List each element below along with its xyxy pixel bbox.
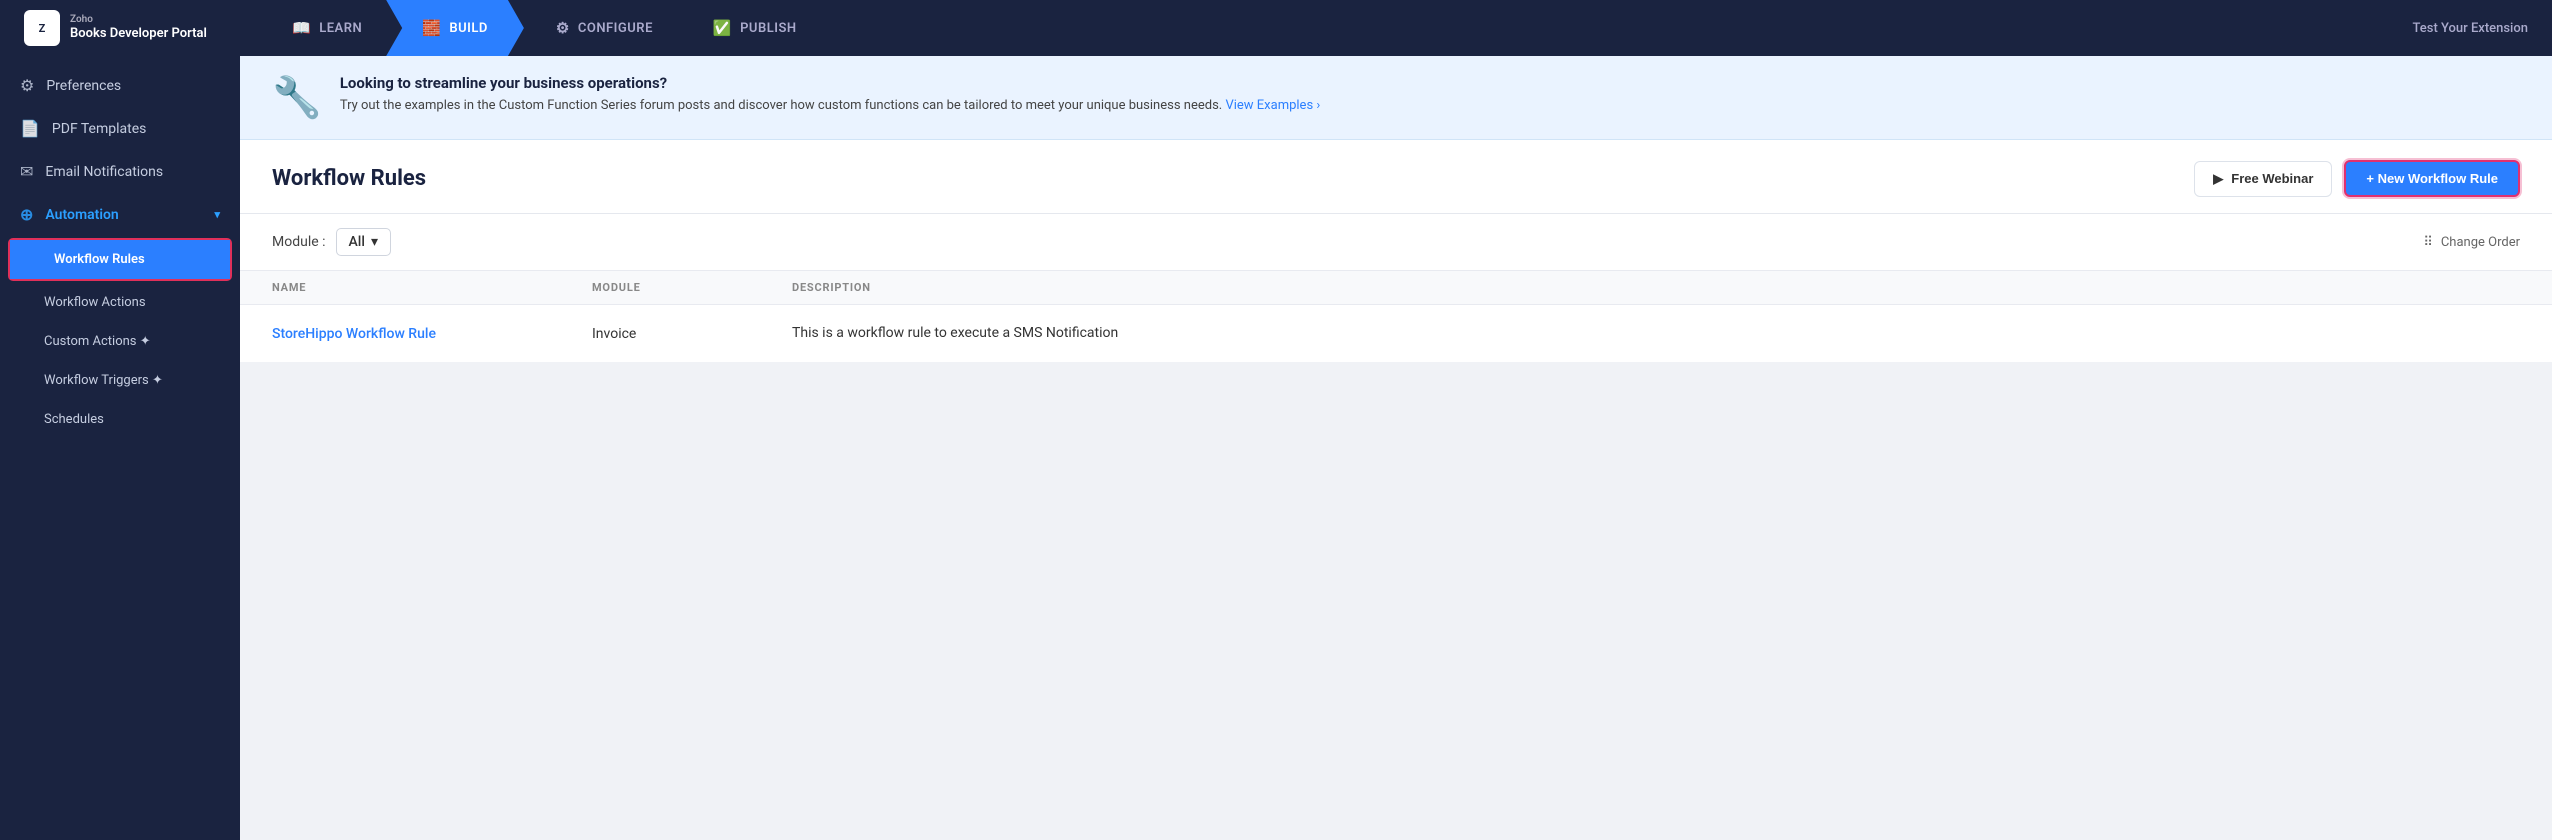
sidebar-item-pdf-templates[interactable]: 📄 PDF Templates — [0, 107, 240, 150]
workflow-rule-name[interactable]: StoreHippo Workflow Rule — [272, 326, 592, 342]
sidebar-label-pdf: PDF Templates — [52, 121, 146, 137]
col-header-name: NAME — [272, 281, 592, 294]
test-extension-link[interactable]: Test Your Extension — [2412, 21, 2528, 36]
change-order-button[interactable]: ⠿ Change Order — [2423, 235, 2520, 250]
preferences-icon: ⚙ — [20, 76, 34, 95]
table-header: NAME MODULE DESCRIPTION — [240, 271, 2552, 305]
workflow-rule-module: Invoice — [592, 326, 792, 342]
sidebar-label-workflow-triggers: Workflow Triggers ✦ — [44, 373, 163, 388]
tab-learn-label: LEARN — [319, 21, 362, 36]
sidebar-item-workflow-triggers[interactable]: Workflow Triggers ✦ — [0, 361, 240, 400]
email-icon: ✉ — [20, 162, 33, 181]
chevron-down-icon: ▾ — [214, 208, 220, 221]
sidebar-item-schedules[interactable]: Schedules — [0, 400, 240, 439]
sidebar-label-preferences: Preferences — [46, 78, 121, 94]
grid-icon: ⠿ — [2423, 235, 2433, 250]
sidebar-item-email-notifications[interactable]: ✉ Email Notifications — [0, 150, 240, 193]
page-actions: ▶ Free Webinar + New Workflow Rule — [2194, 160, 2520, 197]
tab-learn[interactable]: 📖 LEARN — [264, 0, 390, 56]
main-content: 🔧 Looking to streamline your business op… — [240, 56, 2552, 840]
sidebar-label-schedules: Schedules — [44, 412, 104, 427]
tab-configure[interactable]: ⚙ CONFIGURE — [528, 0, 681, 56]
chevron-down-icon: ▾ — [371, 234, 378, 250]
sidebar-label-email: Email Notifications — [45, 164, 163, 180]
col-header-module: MODULE — [592, 281, 792, 294]
nav-tabs: 📖 LEARN 🧱 BUILD ⚙ CONFIGURE ✅ PUBLISH — [264, 0, 2412, 56]
tab-build[interactable]: 🧱 BUILD — [386, 0, 524, 56]
sidebar-label-workflow-actions: Workflow Actions — [44, 295, 146, 310]
info-banner: 🔧 Looking to streamline your business op… — [240, 56, 2552, 140]
learn-icon: 📖 — [292, 19, 311, 37]
banner-title: Looking to streamline your business oper… — [340, 74, 1320, 92]
publish-icon: ✅ — [713, 19, 732, 37]
page-title: Workflow Rules — [272, 166, 426, 191]
sidebar-label-workflow-rules: Workflow Rules — [54, 252, 145, 267]
sidebar-item-preferences[interactable]: ⚙ Preferences — [0, 64, 240, 107]
sidebar-item-custom-actions[interactable]: Custom Actions ✦ — [0, 322, 240, 361]
automation-icon: ⊕ — [20, 205, 33, 224]
gear-wrench-icon: 🔧 — [272, 74, 322, 121]
play-icon: ▶ — [2213, 171, 2223, 187]
logo-app: Books Developer Portal — [70, 26, 207, 42]
sidebar-label-custom-actions: Custom Actions ✦ — [44, 334, 151, 349]
sidebar-item-workflow-actions[interactable]: Workflow Actions — [0, 283, 240, 322]
top-nav: Z Zoho Books Developer Portal 📖 LEARN 🧱 … — [0, 0, 2552, 56]
tab-publish[interactable]: ✅ PUBLISH — [685, 0, 825, 56]
module-dropdown[interactable]: All ▾ — [336, 228, 391, 256]
logo-area: Z Zoho Books Developer Portal — [24, 10, 264, 46]
page-header: Workflow Rules ▶ Free Webinar + New Work… — [240, 140, 2552, 214]
tab-publish-label: PUBLISH — [740, 21, 797, 36]
configure-icon: ⚙ — [556, 19, 570, 37]
banner-description: Try out the examples in the Custom Funct… — [340, 96, 1320, 116]
module-value: All — [349, 234, 365, 250]
table-row: StoreHippo Workflow Rule Invoice This is… — [240, 305, 2552, 363]
tab-build-label: BUILD — [449, 21, 488, 36]
pdf-icon: 📄 — [20, 119, 40, 138]
module-label: Module : — [272, 234, 326, 250]
workflow-rule-description: This is a workflow rule to execute a SMS… — [792, 323, 2520, 344]
sidebar: ⚙ Preferences 📄 PDF Templates ✉ Email No… — [0, 56, 240, 840]
table-toolbar: Module : All ▾ ⠿ Change Order — [240, 214, 2552, 271]
free-webinar-button[interactable]: ▶ Free Webinar — [2194, 161, 2332, 197]
workflow-rules-table-container: Module : All ▾ ⠿ Change Order NAME MODUL… — [240, 214, 2552, 363]
main-layout: ⚙ Preferences 📄 PDF Templates ✉ Email No… — [0, 56, 2552, 840]
new-workflow-rule-button[interactable]: + New Workflow Rule — [2344, 160, 2520, 197]
logo-icon: Z — [24, 10, 60, 46]
view-examples-link[interactable]: View Examples › — [1225, 98, 1320, 113]
sidebar-label-automation: Automation — [45, 207, 118, 223]
col-header-description: DESCRIPTION — [792, 281, 2520, 294]
tab-configure-label: CONFIGURE — [578, 21, 653, 36]
logo-zoho: Zoho — [70, 14, 207, 26]
build-icon: 🧱 — [422, 19, 441, 37]
sidebar-item-workflow-rules[interactable]: Workflow Rules — [10, 240, 230, 279]
sidebar-item-automation[interactable]: ⊕ Automation ▾ — [0, 193, 240, 236]
module-filter: Module : All ▾ — [272, 228, 391, 256]
